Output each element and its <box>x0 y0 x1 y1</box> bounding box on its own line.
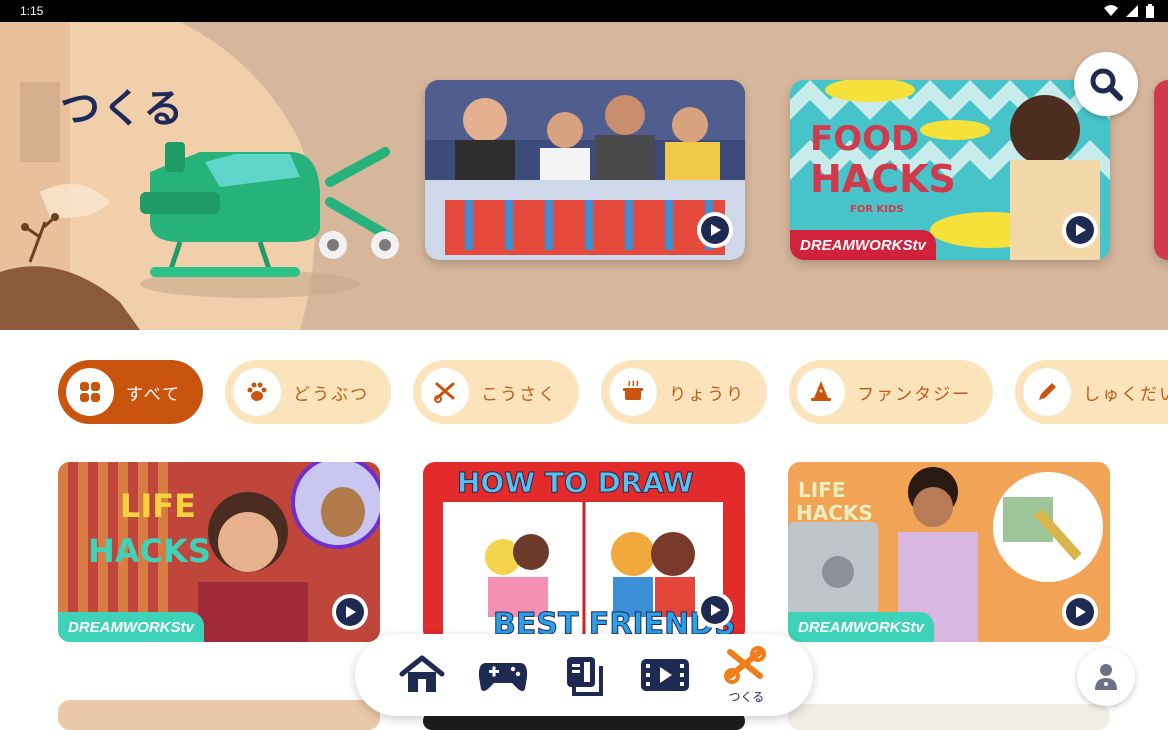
hero-card-title-1: FOOD <box>810 119 919 159</box>
status-icons <box>1104 4 1154 18</box>
grid-icon <box>66 368 114 416</box>
play-button[interactable] <box>332 594 368 630</box>
search-button[interactable] <box>1074 52 1138 116</box>
video-card-1[interactable]: LIFE HACKS DREAMWORKStv <box>58 462 380 642</box>
video-card-3[interactable]: LIFE HACKS DREAMWORKStv <box>788 462 1110 642</box>
category-label: こうさく <box>481 384 558 405</box>
category-chip-animals[interactable]: どうぶつ <box>225 360 392 424</box>
play-button[interactable] <box>697 592 733 628</box>
play-icon <box>1076 224 1086 236</box>
wifi-icon <box>1104 5 1118 16</box>
category-chip-all[interactable]: すべて <box>58 360 204 424</box>
hero-video-card-1[interactable] <box>425 80 745 260</box>
dreamworks-badge: DREAMWORKStv <box>58 612 204 642</box>
books-icon <box>566 657 603 696</box>
video-title-2: HACKS <box>88 532 211 570</box>
play-button[interactable] <box>1062 594 1098 630</box>
nav-home[interactable] <box>392 655 452 695</box>
bottom-navigation: つくる <box>355 634 813 716</box>
category-chip-crafts[interactable]: こうさく <box>413 360 580 424</box>
video-title-1: LIFE <box>798 478 846 502</box>
video-title-1: HOW TO DRAW <box>457 466 694 499</box>
category-label: りょうり <box>669 384 746 405</box>
pot-icon <box>609 368 658 416</box>
pencil-icon <box>1023 368 1072 416</box>
hero-video-card-2[interactable]: FOOD HACKS FOR KIDS DREAMWORKStv <box>790 80 1110 260</box>
play-icon <box>711 604 721 616</box>
play-button[interactable] <box>697 212 733 248</box>
hero-banner: つくる FOOD HACKS FOR KIDS DREAMWORKStv <box>0 22 1168 330</box>
video-thumbnail: HOW TO DRAW BEST FRIENDS <box>423 462 745 642</box>
profile-button[interactable] <box>1077 648 1135 706</box>
paw-icon <box>233 368 282 416</box>
battery-icon <box>1146 4 1154 18</box>
signal-icon <box>1126 5 1138 17</box>
nav-create-label: つくる <box>728 689 765 704</box>
scissors-icon <box>724 645 767 684</box>
nav-games[interactable] <box>473 655 533 695</box>
wizard-hat-icon <box>797 368 846 416</box>
search-icon <box>1090 68 1123 101</box>
video-card-6[interactable] <box>788 704 1110 730</box>
category-label: どうぶつ <box>293 384 370 405</box>
hero-card-sub: FOR KIDS <box>850 204 904 215</box>
nav-videos[interactable] <box>635 655 695 695</box>
hero-illustration <box>0 22 399 330</box>
dreamworks-badge: DREAMWORKStv <box>788 612 934 642</box>
page-title: つくる <box>60 86 186 132</box>
category-label: すべて <box>126 384 182 405</box>
category-chip-fantasy[interactable]: ファンタジー <box>789 360 994 424</box>
status-time: 1:15 <box>20 4 44 18</box>
category-label: しゅくだい <box>1083 384 1168 405</box>
hero-card-title-2: HACKS <box>810 157 956 201</box>
nav-create[interactable]: つくる <box>716 645 776 705</box>
video-card-2[interactable]: HOW TO DRAW BEST FRIENDS <box>423 462 745 642</box>
hero-video-card-3[interactable] <box>1154 80 1168 260</box>
category-chip-cooking[interactable]: りょうり <box>601 360 768 424</box>
video-title-1: LIFE <box>120 487 196 525</box>
play-icon <box>711 224 721 236</box>
app-screen: 1:15 つくる FOOD HACKS FOR KIDS DREAMWORKSt… <box>0 0 1168 730</box>
category-bar: すべて どうぶつ こうさく りょうり ファンタジー しゅくだ <box>58 360 1168 426</box>
category-label: ファンタジー <box>857 384 972 405</box>
scissors-icon <box>421 368 470 416</box>
dreamworks-badge: DREAMWORKStv <box>790 230 936 260</box>
status-bar: 1:15 <box>0 0 1168 22</box>
profile-icon <box>1095 664 1117 690</box>
nav-library[interactable] <box>554 654 614 696</box>
video-title-2: HACKS <box>796 501 873 525</box>
category-chip-homework[interactable]: しゅくだい <box>1015 360 1168 424</box>
video-card-4[interactable] <box>58 700 380 730</box>
video-icon <box>641 659 690 691</box>
home-icon <box>399 655 445 692</box>
play-icon <box>346 606 356 618</box>
play-icon <box>1076 606 1086 618</box>
gamepad-icon <box>478 663 527 691</box>
play-button[interactable] <box>1062 212 1098 248</box>
